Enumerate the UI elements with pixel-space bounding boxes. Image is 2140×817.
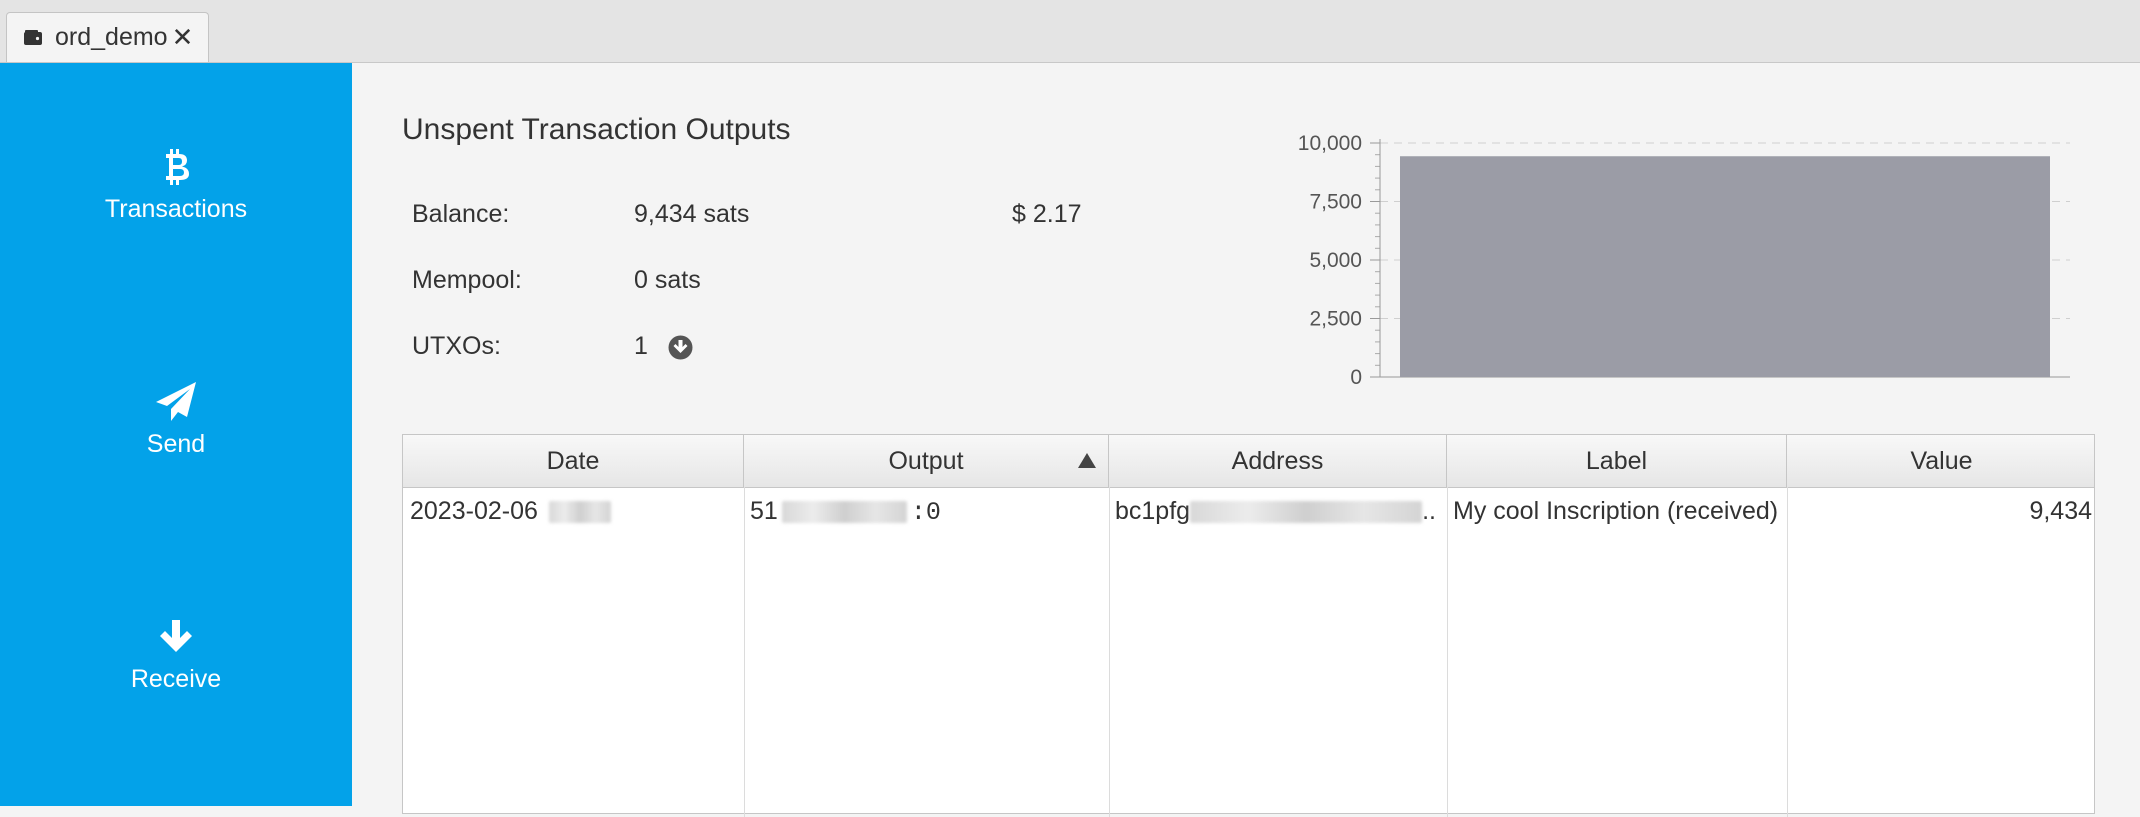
- column-header-address[interactable]: Address: [1109, 435, 1447, 487]
- y-tick-label: 2,500: [1309, 308, 1362, 331]
- page-title: Unspent Transaction Outputs: [402, 113, 791, 146]
- balance-label: Balance:: [412, 200, 510, 228]
- column-divider: [1447, 487, 1448, 817]
- sidebar-item-label: Send: [146, 430, 206, 458]
- utxo-table: Date Output Address Label Value 2023-02-…: [402, 434, 2095, 817]
- close-icon[interactable]: ✕: [172, 22, 194, 53]
- sidebar-item-send[interactable]: Send: [0, 378, 352, 488]
- wallet-icon: [21, 26, 45, 50]
- column-divider: [1109, 487, 1110, 817]
- date-text: 2023-02-06: [410, 497, 538, 525]
- address-prefix: bc1pfg: [1115, 497, 1191, 525]
- column-header-value[interactable]: Value: [1787, 435, 2096, 487]
- utxo-count-value: 1: [634, 332, 648, 360]
- sidebar-item-label: Transactions: [104, 195, 248, 223]
- download-circle-icon[interactable]: [668, 335, 693, 360]
- tab-title: ord_demo: [55, 23, 168, 51]
- column-header-output-label: Output: [888, 446, 964, 475]
- utxo-count-label: UTXOs:: [412, 332, 501, 360]
- tab-ord-demo[interactable]: ord_demo ✕: [6, 12, 209, 62]
- bitcoin-icon: [161, 143, 191, 191]
- arrow-down-icon: [157, 613, 195, 661]
- y-tick-label: 0: [1350, 366, 1362, 389]
- address-ellipsis: ..: [1422, 497, 1436, 525]
- cell-address: bc1pfg..: [1115, 497, 1436, 526]
- y-tick-label: 10,000: [1298, 132, 1362, 155]
- column-header-label[interactable]: Label: [1447, 435, 1787, 487]
- redacted-address: [1190, 501, 1423, 524]
- balance-fiat: $ 2.17: [1012, 200, 1082, 228]
- cell-label: My cool Inscription (received): [1453, 497, 1779, 525]
- column-divider: [1787, 487, 1788, 817]
- redacted-time: [548, 501, 611, 524]
- table-header: Date Output Address Label Value: [403, 435, 2094, 488]
- mempool-label: Mempool:: [412, 266, 522, 294]
- y-tick-label: 7,500: [1309, 191, 1362, 214]
- sidebar: Transactions Send Receive: [0, 63, 352, 806]
- sidebar-item-transactions[interactable]: Transactions: [0, 143, 352, 253]
- column-header-date[interactable]: Date: [403, 435, 744, 487]
- bar: [1400, 156, 2050, 377]
- sort-ascending-icon: [1078, 453, 1096, 468]
- sidebar-item-label: Receive: [130, 665, 222, 693]
- utxo-bar-chart: 0 2,500 5,000 7,500 10,000: [1298, 132, 2070, 389]
- output-index: :0: [910, 498, 941, 527]
- balance-value: 9,434 sats: [634, 200, 750, 228]
- y-tick-label: 5,000: [1309, 249, 1362, 272]
- column-divider: [744, 487, 745, 817]
- cell-date: 2023-02-06: [410, 497, 611, 526]
- cell-output: 51 :0: [750, 497, 941, 527]
- mempool-value: 0 sats: [634, 266, 701, 294]
- cell-value: 9,434: [2029, 497, 2092, 525]
- redacted-txid: [781, 501, 907, 524]
- tab-bar: ord_demo ✕: [0, 0, 2140, 63]
- column-header-output[interactable]: Output: [744, 435, 1109, 487]
- sidebar-item-receive[interactable]: Receive: [0, 613, 352, 723]
- paper-plane-icon: [154, 378, 198, 426]
- output-prefix: 51: [750, 497, 778, 525]
